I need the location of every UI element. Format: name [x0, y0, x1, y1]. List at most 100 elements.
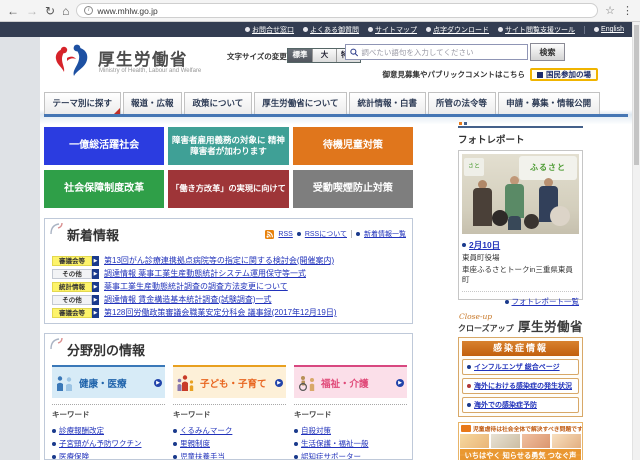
utility-link-support-tool[interactable]: サイト閲覧支援ツール [498, 25, 575, 35]
influenza-link-button[interactable]: インフルエンザ 総合ページ [462, 359, 579, 375]
photo-report-list-link[interactable]: フォトレポート一覧 [512, 296, 580, 307]
keyword-link[interactable]: 児童扶養手当 [180, 451, 225, 459]
utility-link-contact[interactable]: お問合せ窓口 [245, 25, 294, 35]
banner-ichioku[interactable]: 一億総活躍社会 [44, 127, 165, 165]
mhlw-logo-icon[interactable] [52, 44, 92, 85]
rss-link[interactable]: RSS [278, 231, 292, 238]
news-link[interactable]: 調達情報 薬事工業生産動態統計システム運用保守等一式 [104, 268, 306, 279]
news-tag: その他 [52, 294, 92, 305]
banner-shakai-hosho[interactable]: 社会保障制度改革 [44, 170, 165, 208]
utility-link-sitemap[interactable]: サイトマップ [368, 25, 417, 35]
arrow-icon: ▶ [92, 294, 99, 305]
sidebar-divider [458, 122, 583, 128]
home-icon[interactable]: ⌂ [62, 5, 69, 17]
public-comment-row: 御意見募集やパブリックコメントはこちら 国民参加の場 [383, 68, 598, 81]
category-health-medical[interactable]: 健康・医療 ▶ [52, 365, 165, 398]
keyword-link[interactable]: 子宮頸がん予防ワクチン [59, 438, 142, 449]
nav-tab-laws[interactable]: 所管の法令等 [427, 92, 496, 114]
arrow-icon: ▶ [92, 255, 99, 266]
news-item: その他 ▶ 調達情報 薬事工業生産動態統計システム運用保守等一式 [52, 267, 406, 280]
bullet-icon [245, 27, 251, 32]
news-tag: その他 [52, 268, 92, 279]
scrollbar[interactable] [632, 22, 640, 460]
news-list-link[interactable]: 新着情報一覧 [364, 229, 406, 239]
keyword-link[interactable]: 生活保護・福祉一般 [301, 438, 369, 449]
page-body: 厚生労働省 Ministry of Health, Labour and Wel… [40, 37, 632, 460]
child-abuse-banner[interactable]: 児童虐待は社会全体で解決すべき問題です。 いちはやく 知らせる勇気 つなぐ声 [458, 422, 583, 460]
forward-icon[interactable]: → [26, 5, 38, 17]
bullet-icon [296, 232, 301, 236]
photo-caption: 車座ふるさとトークin三重県東員町 [462, 265, 573, 285]
divider [584, 25, 586, 34]
nav-tab-themes[interactable]: テーマ別に探す [44, 92, 121, 114]
refresh-icon[interactable]: ↻ [45, 5, 55, 17]
photo-list-row: フォトレポート一覧 [462, 291, 579, 307]
news-link[interactable]: 第128回労働政策審議会職業安定分科会 議事録(2017年12月19日) [104, 307, 337, 318]
health-icon [57, 375, 72, 391]
keyword-link[interactable]: 自殺対策 [301, 425, 331, 436]
keyword-columns: キーワード 診療報酬改定 子宮頸がん予防ワクチン 医療保険 キーワード くるみん… [52, 404, 407, 459]
category-cards: 健康・医療 ▶ 子ども・子育て ▶ 福祉・介護 ▶ [52, 365, 407, 398]
info-icon[interactable]: i [84, 6, 94, 15]
infection-info-title: 感染症情報 [462, 341, 579, 356]
sidebar: フォトレポート ふるさと さと 2月10日 東員町役場 車座ふるさとトークin三… [458, 122, 583, 460]
keyword-link[interactable]: 診療報酬改定 [59, 425, 104, 436]
keyword-link[interactable]: くるみんマーク [180, 425, 232, 436]
rss-links: RSS RSSについて 新着情報一覧 [265, 229, 406, 239]
news-link[interactable]: 調達情報 賃金構造基本統計調査(試験調査)一式 [104, 294, 272, 305]
scrollbar-thumb[interactable] [634, 25, 639, 165]
keyword-label: キーワード [294, 410, 332, 419]
photo-date-link[interactable]: 2月10日 [469, 239, 500, 251]
back-icon[interactable]: ← [7, 5, 19, 17]
keyword-link[interactable]: 医療保険 [59, 451, 89, 459]
nav-tab-statistics[interactable]: 統計情報・白書 [349, 92, 426, 114]
keyword-column-health: キーワード 診療報酬改定 子宮頸がん予防ワクチン 医療保険 [52, 404, 165, 459]
site-subtitle: Ministry of Health, Labour and Welfare [99, 68, 202, 74]
news-list: 審議会等 ▶ 第13回がん診療連携拠点病院等の指定に関する検討会(開催案内) その… [52, 254, 406, 319]
welfare-icon [299, 375, 315, 391]
font-size-standard-button[interactable]: 標準 [288, 49, 312, 62]
banner-judo-kitsuen[interactable]: 受動喫煙防止対策 [292, 170, 413, 208]
search-button[interactable]: 検索 [530, 43, 565, 61]
banner-taiki-jido[interactable]: 待機児童対策 [292, 127, 413, 165]
address-bar[interactable]: i www.mhlw.go.jp [76, 3, 599, 18]
nav-tab-policy[interactable]: 政策について [184, 92, 252, 114]
utility-link-braille[interactable]: 点字ダウンロード [426, 25, 489, 35]
photo-date-row: 2月10日 [462, 239, 579, 251]
nav-tab-applications[interactable]: 申請・募集・情報公開 [497, 92, 600, 114]
utility-link-faq[interactable]: よくある御質問 [303, 25, 359, 35]
category-welfare-care[interactable]: 福祉・介護 ▶ [294, 365, 407, 398]
news-tag: 審議会等 [52, 307, 92, 318]
nav-tab-about[interactable]: 厚生労働省について [253, 92, 348, 114]
bullet-icon [52, 441, 56, 446]
keyword-link[interactable]: 里親制度 [180, 438, 210, 449]
overseas-infection-prevention-button[interactable]: 海外での感染症予防 [462, 397, 579, 413]
photo-report-image[interactable]: ふるさと さと [462, 154, 579, 234]
bookmark-star-icon[interactable]: ☆ [605, 4, 615, 17]
font-size-large-button[interactable]: 大 [312, 49, 336, 62]
browser-menu-icon[interactable]: ⋮ [622, 4, 633, 17]
orange-ribbon-icon [461, 424, 471, 432]
section-curl-icon [50, 222, 65, 240]
banner-disability-employment[interactable]: 障害者雇用義務の対象に 精神障害者が加わります [168, 127, 289, 165]
rss-about-link[interactable]: RSSについて [305, 229, 347, 239]
banner-hatarakikata[interactable]: 「働き方改革」の実現に向けて [168, 170, 289, 208]
closeup-title: 厚生労働省 [517, 320, 583, 334]
news-item: 審議会等 ▶ 第128回労働政策審議会職業安定分科会 議事録(2017年12月19… [52, 306, 406, 319]
utility-link-english[interactable]: English [594, 26, 624, 33]
divider [351, 230, 352, 238]
keyword-link[interactable]: 認知症サポーター [301, 451, 361, 459]
news-link[interactable]: 第13回がん診療連携拠点病院等の指定に関する検討会(開催案内) [104, 255, 334, 266]
category-children[interactable]: 子ども・子育て ▶ [173, 365, 286, 398]
arrow-icon: ▶ [92, 281, 99, 292]
corner-fold-icon [113, 108, 120, 114]
bullet-icon [462, 243, 466, 247]
nav-tab-press[interactable]: 報道・広報 [122, 92, 183, 114]
campaign-banners: 一億総活躍社会 障害者雇用義務の対象に 精神障害者が加わります 待機児童対策 社… [44, 127, 413, 208]
arrow-icon: ▶ [275, 378, 283, 387]
news-link[interactable]: 薬事工業生産動態統計調査の調査方法変更について [104, 281, 288, 292]
infection-info-box: 感染症情報 インフルエンザ 総合ページ 海外における感染症の発生状況 海外での感… [458, 337, 583, 417]
public-participation-button[interactable]: 国民参加の場 [530, 68, 598, 81]
overseas-infection-status-button[interactable]: 海外における感染症の発生状況 [462, 378, 579, 394]
search-input[interactable] [361, 47, 523, 57]
